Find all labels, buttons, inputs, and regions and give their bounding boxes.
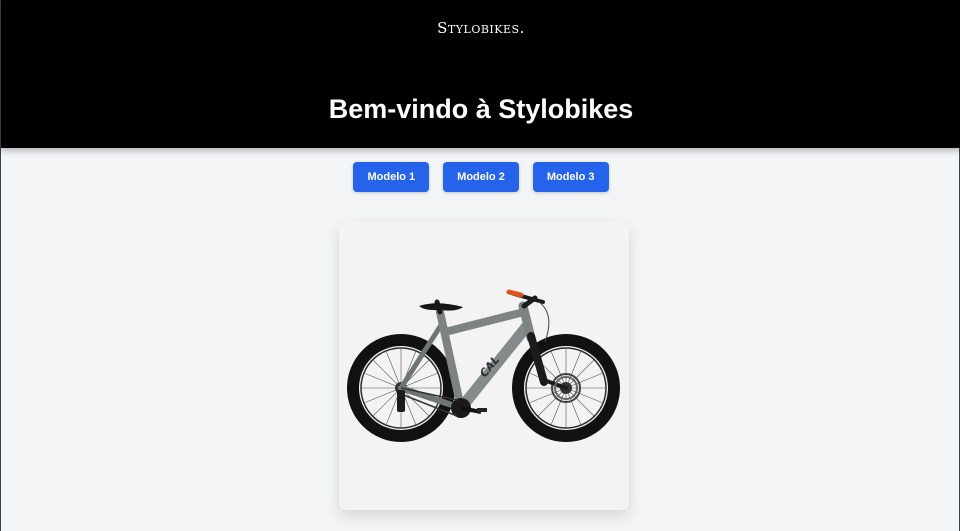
brand-logo[interactable]: Stylobikes. bbox=[1, 19, 960, 37]
model-2-button[interactable]: Modelo 2 bbox=[443, 162, 519, 192]
site-header: Stylobikes. Bem-vindo à Stylobikes bbox=[1, 0, 960, 148]
rear-derailleur bbox=[397, 390, 405, 412]
saddle bbox=[419, 303, 463, 311]
model-nav: Modelo 1 Modelo 2 Modelo 3 bbox=[1, 162, 960, 192]
page-title: Bem-vindo à Stylobikes bbox=[328, 94, 634, 124]
product-card: CAL bbox=[339, 222, 629, 510]
model-3-button[interactable]: Modelo 3 bbox=[532, 162, 609, 192]
mountain-bike-image: CAL bbox=[347, 289, 620, 442]
model-1-button[interactable]: Modelo 1 bbox=[353, 162, 430, 192]
